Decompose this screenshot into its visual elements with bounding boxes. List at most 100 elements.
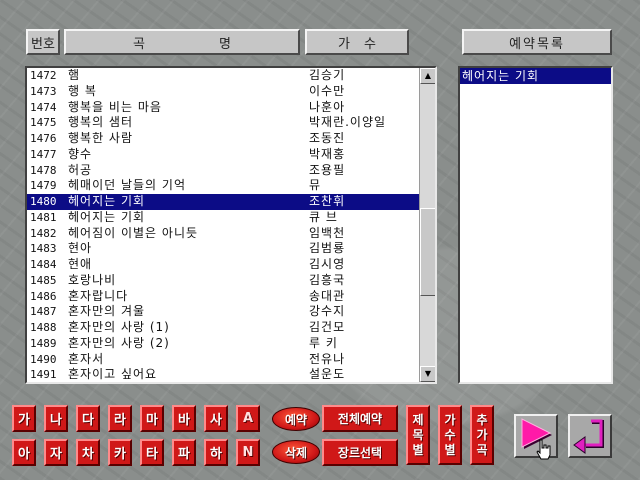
song-row[interactable]: 1482 헤어짐이 이별은 아니듯 임백천 xyxy=(27,226,420,242)
song-row[interactable]: 1473 행 복 이수만 xyxy=(27,84,420,100)
song-artist: 김건모 xyxy=(309,320,346,334)
song-artist: 조동진 xyxy=(309,131,346,145)
song-row[interactable]: 1488 혼자만의 사랑 (1) 김건모 xyxy=(27,320,420,336)
reserve-list-item[interactable]: 헤어지는 기회 xyxy=(460,68,611,84)
index-key-n[interactable]: N xyxy=(236,439,260,466)
index-key-5[interactable]: 타 xyxy=(140,439,164,466)
song-row[interactable]: 1484 현애 김시영 xyxy=(27,257,420,273)
song-artist: 나훈아 xyxy=(309,99,346,114)
index-key-3[interactable]: 차 xyxy=(76,439,100,466)
song-row[interactable]: 1478 허공 조용필 xyxy=(27,163,420,179)
song-number: 1492 xyxy=(30,383,57,384)
sort-by-artist-char-2: 수 xyxy=(444,427,456,442)
index-key-2[interactable]: 자 xyxy=(44,439,68,466)
song-title: 호랑나비 xyxy=(68,272,117,287)
song-number: 1477 xyxy=(30,147,57,161)
song-rows: 1472 햄 김승기 1473 행 복 이수만 1474 행복을 비는 마음 나훈아 1475 행복… xyxy=(27,68,420,384)
song-row[interactable]: 1483 현아 김범룡 xyxy=(27,241,420,257)
index-key-a[interactable]: A xyxy=(236,405,260,432)
added-songs-char-1: 추 xyxy=(476,412,488,427)
added-songs-char-2: 가 xyxy=(476,427,488,442)
song-row[interactable]: 1485 호랑나비 김흥국 xyxy=(27,273,420,289)
song-title: 헤어짐이 이별은 아니듯 xyxy=(68,225,199,240)
index-key-3[interactable]: 다 xyxy=(76,405,100,432)
sort-by-title-char-3: 별 xyxy=(412,442,424,457)
song-row[interactable]: 1477 향수 박재홍 xyxy=(27,147,420,163)
song-row[interactable]: 1491 혼자이고 싶어요 설운도 xyxy=(27,367,420,382)
song-number: 1475 xyxy=(30,116,57,130)
added-songs-char-3: 곡 xyxy=(476,442,488,457)
sort-by-title-char-2: 목 xyxy=(412,427,424,442)
song-artist: 뮤 xyxy=(309,178,322,193)
song-number: 1479 xyxy=(30,179,57,193)
exit-button[interactable] xyxy=(568,414,612,458)
song-title: 헤어지는 기회 xyxy=(68,194,146,208)
song-list[interactable]: 1472 햄 김승기 1473 행 복 이수만 1474 행복을 비는 마음 나훈아 1475 행복… xyxy=(25,66,437,384)
sort-by-artist-button[interactable]: 가 수 별 xyxy=(438,405,462,465)
header-reserve-label: 예약목록 xyxy=(509,36,565,52)
song-title: 행복한 사람 xyxy=(68,131,134,145)
song-row[interactable]: 1479 헤매이던 날들의 기억 뮤 xyxy=(27,178,420,194)
song-title: 혼자랍니다 xyxy=(68,288,129,303)
song-title: 허공 xyxy=(68,162,93,177)
hand-cursor-icon xyxy=(536,439,551,460)
index-key-5[interactable]: 마 xyxy=(140,405,164,432)
index-key-6[interactable]: 파 xyxy=(172,439,196,466)
song-number: 1490 xyxy=(30,352,57,366)
header-title: 곡 명 xyxy=(64,29,300,55)
reserve-all-button[interactable]: 전체예약 xyxy=(322,405,398,432)
song-number: 1481 xyxy=(30,210,57,224)
song-row[interactable]: 1474 행복을 비는 마음 나훈아 xyxy=(27,100,420,116)
song-row[interactable]: 1481 헤어지는 기회 큐 브 xyxy=(27,210,420,226)
reserve-list[interactable]: 헤어지는 기회 xyxy=(458,66,613,384)
song-number: 1483 xyxy=(30,242,57,256)
song-row[interactable]: 1476 행복한 사람 조동진 xyxy=(27,131,420,147)
scroll-thumb[interactable] xyxy=(420,208,435,296)
song-artist: 남화용 xyxy=(309,383,345,384)
header-reserve-list: 예약목록 xyxy=(462,29,612,55)
reserve-button[interactable]: 예약 xyxy=(272,407,320,431)
song-artist: 루 키 xyxy=(309,335,338,350)
index-key-7[interactable]: 하 xyxy=(204,439,228,466)
song-row[interactable]: 1490 혼자서 전유나 xyxy=(27,352,420,368)
header-number: 번호 xyxy=(26,29,60,55)
song-row[interactable]: 1492 홀로 가는 길 남화용 xyxy=(27,383,420,384)
song-list-scrollbar[interactable]: ▲ ▼ xyxy=(419,68,435,382)
index-key-6[interactable]: 바 xyxy=(172,405,196,432)
song-row[interactable]: 1472 햄 김승기 xyxy=(27,68,420,84)
song-artist: 박재홍 xyxy=(309,146,346,161)
song-row[interactable]: 1486 혼자랍니다 송대관 xyxy=(27,289,420,305)
song-row[interactable]: 1487 혼자만의 겨울 강수지 xyxy=(27,304,420,320)
index-key-7[interactable]: 사 xyxy=(204,405,228,432)
song-number: 1488 xyxy=(30,321,57,334)
index-key-4[interactable]: 카 xyxy=(108,439,132,466)
genre-select-button[interactable]: 장르선택 xyxy=(322,439,398,466)
song-artist: 임백천 xyxy=(309,225,346,240)
song-title: 혼자만의 겨울 xyxy=(68,304,146,319)
song-artist: 김승기 xyxy=(309,68,346,82)
song-row[interactable]: 1489 혼자만의 사랑 (2) 루 키 xyxy=(27,336,420,352)
song-number: 1491 xyxy=(30,368,57,382)
play-button[interactable] xyxy=(514,414,558,460)
song-number: 1489 xyxy=(30,336,57,350)
scroll-up-button[interactable]: ▲ xyxy=(420,68,435,84)
song-artist: 전유나 xyxy=(309,351,346,366)
song-title: 홀로 가는 길 xyxy=(68,383,138,384)
sort-by-title-button[interactable]: 제 목 별 xyxy=(406,405,430,465)
song-number: 1487 xyxy=(30,305,57,319)
header-title-label-1: 곡 xyxy=(133,36,145,52)
song-number: 1473 xyxy=(30,84,57,98)
added-songs-button[interactable]: 추 가 곡 xyxy=(470,405,494,465)
song-row[interactable]: 1480 헤어지는 기회 조찬휘 xyxy=(27,194,420,210)
index-key-2[interactable]: 나 xyxy=(44,405,68,432)
song-title: 헤어지는 기회 xyxy=(68,209,146,224)
scroll-down-button[interactable]: ▼ xyxy=(420,366,435,382)
song-row[interactable]: 1475 행복의 샘터 박재란.이양일 xyxy=(27,115,420,131)
index-key-4[interactable]: 라 xyxy=(108,405,132,432)
song-title: 혼자만의 사랑 (1) xyxy=(68,320,170,334)
index-key-1[interactable]: 가 xyxy=(12,405,36,432)
delete-button[interactable]: 삭제 xyxy=(272,440,320,464)
song-title: 혼자이고 싶어요 xyxy=(68,367,158,382)
index-key-1[interactable]: 아 xyxy=(12,439,36,466)
song-title: 현아 xyxy=(68,241,93,256)
